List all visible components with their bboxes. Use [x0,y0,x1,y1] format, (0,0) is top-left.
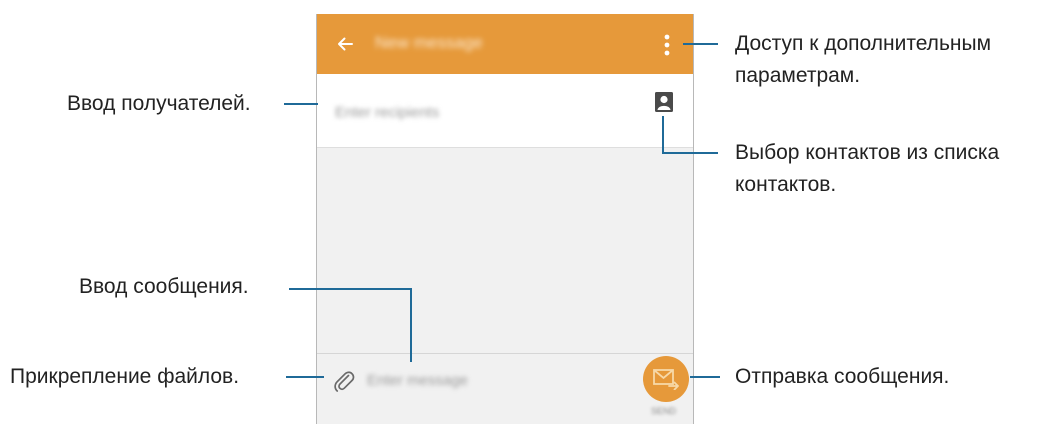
callout-send: Отправка сообщения. [735,365,950,388]
callout-contacts-line2: контактов. [735,173,837,196]
callout-recipients: Ввод получателей. [67,92,251,115]
callout-line-message [289,288,412,362]
annotated-screenshot: New message Enter recipients Enter messa… [0,0,1046,424]
callout-line-contacts [662,116,718,154]
callout-more-options-line2: параметрам. [735,64,861,87]
callout-attach: Прикрепление файлов. [10,365,240,388]
callout-more-options-line1: Доступ к дополнительным [735,32,992,55]
callout-lines [284,43,720,378]
callout-message: Ввод сообщения. [79,275,249,298]
callout-contacts-line1: Выбор контактов из списка [735,141,1000,164]
